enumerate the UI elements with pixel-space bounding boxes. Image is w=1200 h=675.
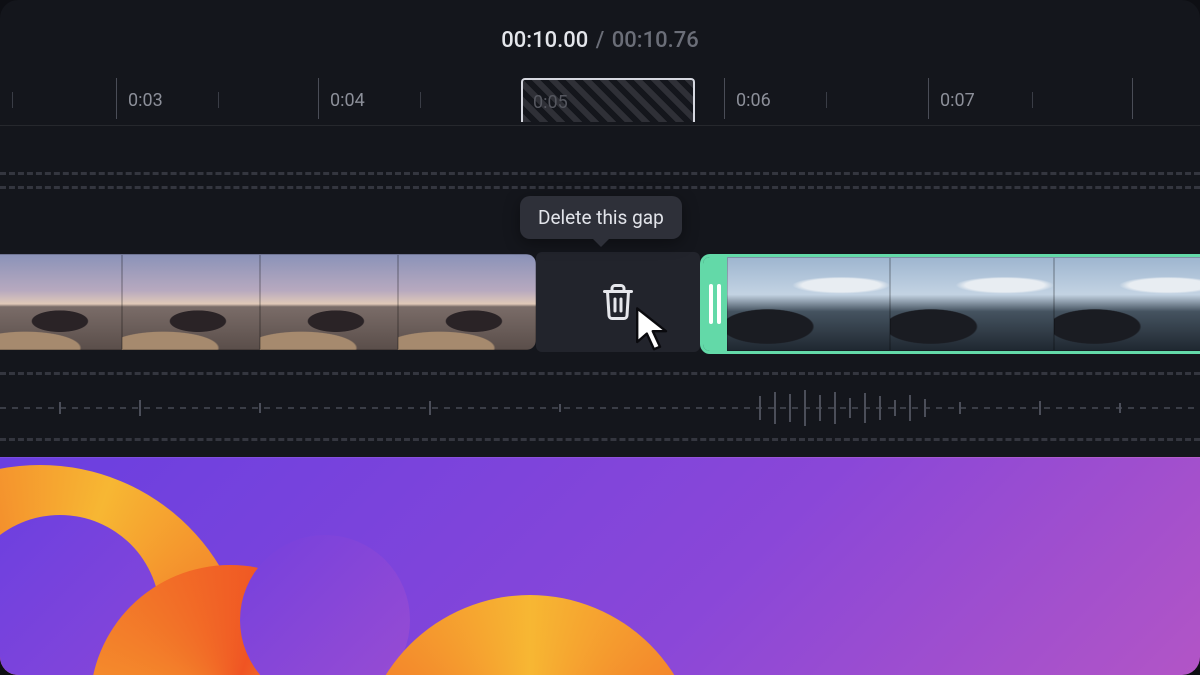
timeline-ruler[interactable]: 0:03 0:04 0:05 0:06 0:07 [0, 78, 1200, 126]
clip-thumbnail [0, 254, 122, 350]
timecode-separator: / [594, 28, 607, 53]
clip-thumbnail [727, 257, 890, 351]
ruler-tick-major [928, 78, 929, 119]
ruler-gap-selection[interactable]: 0:05 [521, 78, 695, 122]
drag-handle-bars [709, 284, 721, 324]
tooltip-delete-gap: Delete this gap [520, 196, 682, 239]
video-clip-right-selected[interactable] [700, 254, 1200, 354]
ruler-tick-major [724, 78, 725, 119]
clip-thumbnail [122, 254, 260, 350]
clip-thumbnail [398, 254, 536, 350]
ruler-label: 0:04 [330, 90, 365, 111]
decorative-banner [0, 457, 1200, 675]
ruler-tick-minor [12, 92, 13, 108]
video-clip-left[interactable] [0, 254, 536, 350]
track-separator [0, 186, 1200, 189]
ruler-tick-minor [420, 92, 421, 108]
track-separator [0, 172, 1200, 175]
clip-thumbnail [260, 254, 398, 350]
track-separator [0, 372, 1200, 375]
cursor-icon [634, 306, 674, 354]
drag-handle-icon[interactable] [703, 257, 727, 351]
ruler-tick-minor [826, 92, 827, 108]
ruler-tick-major [318, 78, 319, 119]
decorative-swirl [360, 595, 700, 675]
ruler-label: 0:07 [940, 90, 975, 111]
timecode-total: 00:10.76 [612, 28, 699, 53]
ruler-label: 0:03 [128, 90, 163, 111]
clip-thumbnail [1054, 257, 1200, 351]
audio-track[interactable] [0, 386, 1200, 430]
track-separator [0, 438, 1200, 441]
ruler-tick-minor [218, 92, 219, 108]
video-editor-timeline: 00:10.00 / 00:10.76 0:03 0:04 0:05 0:06 … [0, 0, 1200, 675]
timecode-display: 00:10.00 / 00:10.76 [0, 28, 1200, 53]
clip-thumbnail [890, 257, 1053, 351]
trash-icon[interactable] [600, 282, 636, 322]
ruler-tick-major [116, 78, 117, 119]
tooltip-text: Delete this gap [538, 206, 664, 229]
decorative-mask [240, 535, 410, 675]
ruler-tick-minor [1032, 92, 1033, 108]
timecode-current: 00:10.00 [501, 28, 588, 53]
ruler-selection-label: 0:05 [533, 92, 568, 113]
ruler-label: 0:06 [736, 90, 771, 111]
ruler-tick-major [1132, 78, 1133, 119]
